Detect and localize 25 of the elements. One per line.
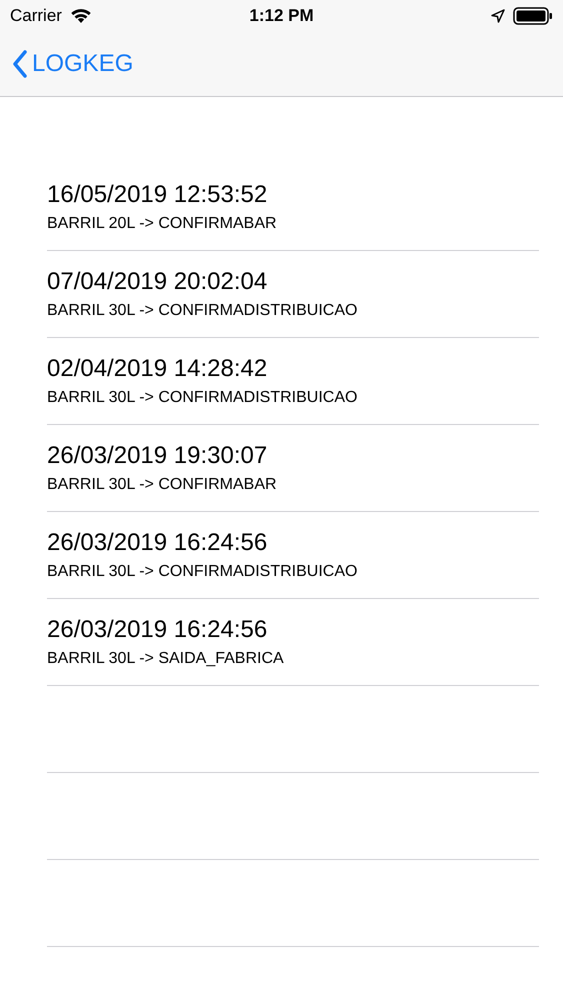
timestamp-text: 26/03/2019 19:30:07 — [47, 441, 268, 471]
log-row[interactable]: 07/04/2019 20:02:04 BARRIL 30L -> CONFIRMADISTRIBUICAO — [47, 251, 539, 338]
back-button[interactable]: LOGKEG — [12, 46, 134, 82]
timestamp-text: 07/04/2019 20:02:04 — [47, 267, 268, 297]
timestamp-text: 26/03/2019 16:24:56 — [47, 528, 268, 558]
event-text: BARRIL 30L -> CONFIRMABAR — [47, 475, 278, 495]
timestamp-text: 26/03/2019 16:24:56 — [47, 615, 268, 645]
timestamp-text: 02/04/2019 14:28:42 — [47, 354, 268, 384]
battery-icon — [513, 7, 553, 25]
event-text: BARRIL 30L -> SAIDA_FABRICA — [47, 649, 285, 669]
clock-label: 1:12 PM — [249, 5, 314, 28]
wifi-icon — [70, 8, 92, 24]
event-text: BARRIL 20L -> CONFIRMABAR — [47, 214, 278, 234]
event-text: BARRIL 30L -> CONFIRMADISTRIBUICAO — [47, 301, 358, 321]
event-text: BARRIL 30L -> CONFIRMADISTRIBUICAO — [47, 388, 358, 408]
location-arrow-icon — [491, 9, 505, 23]
timestamp-text: 16/05/2019 12:53:52 — [47, 180, 268, 210]
log-row[interactable]: 16/05/2019 12:53:52 BARRIL 20L -> CONFIRMABAR — [47, 164, 539, 251]
event-text: BARRIL 30L -> CONFIRMADISTRIBUICAO — [47, 562, 358, 582]
chevron-left-icon — [12, 50, 28, 78]
log-row[interactable]: 02/04/2019 14:28:42 BARRIL 30L -> CONFIRMADISTRIBUICAO — [47, 338, 539, 425]
log-row[interactable]: 26/03/2019 16:24:56 BARRIL 30L -> SAIDA_FABRICA — [47, 599, 539, 686]
carrier-label: Carrier — [10, 5, 62, 28]
log-row[interactable]: 26/03/2019 16:24:56 BARRIL 30L -> CONFIRMADISTRIBUICAO — [47, 512, 539, 599]
log-row[interactable]: 26/03/2019 19:30:07 BARRIL 30L -> CONFIRMABAR — [47, 425, 539, 512]
